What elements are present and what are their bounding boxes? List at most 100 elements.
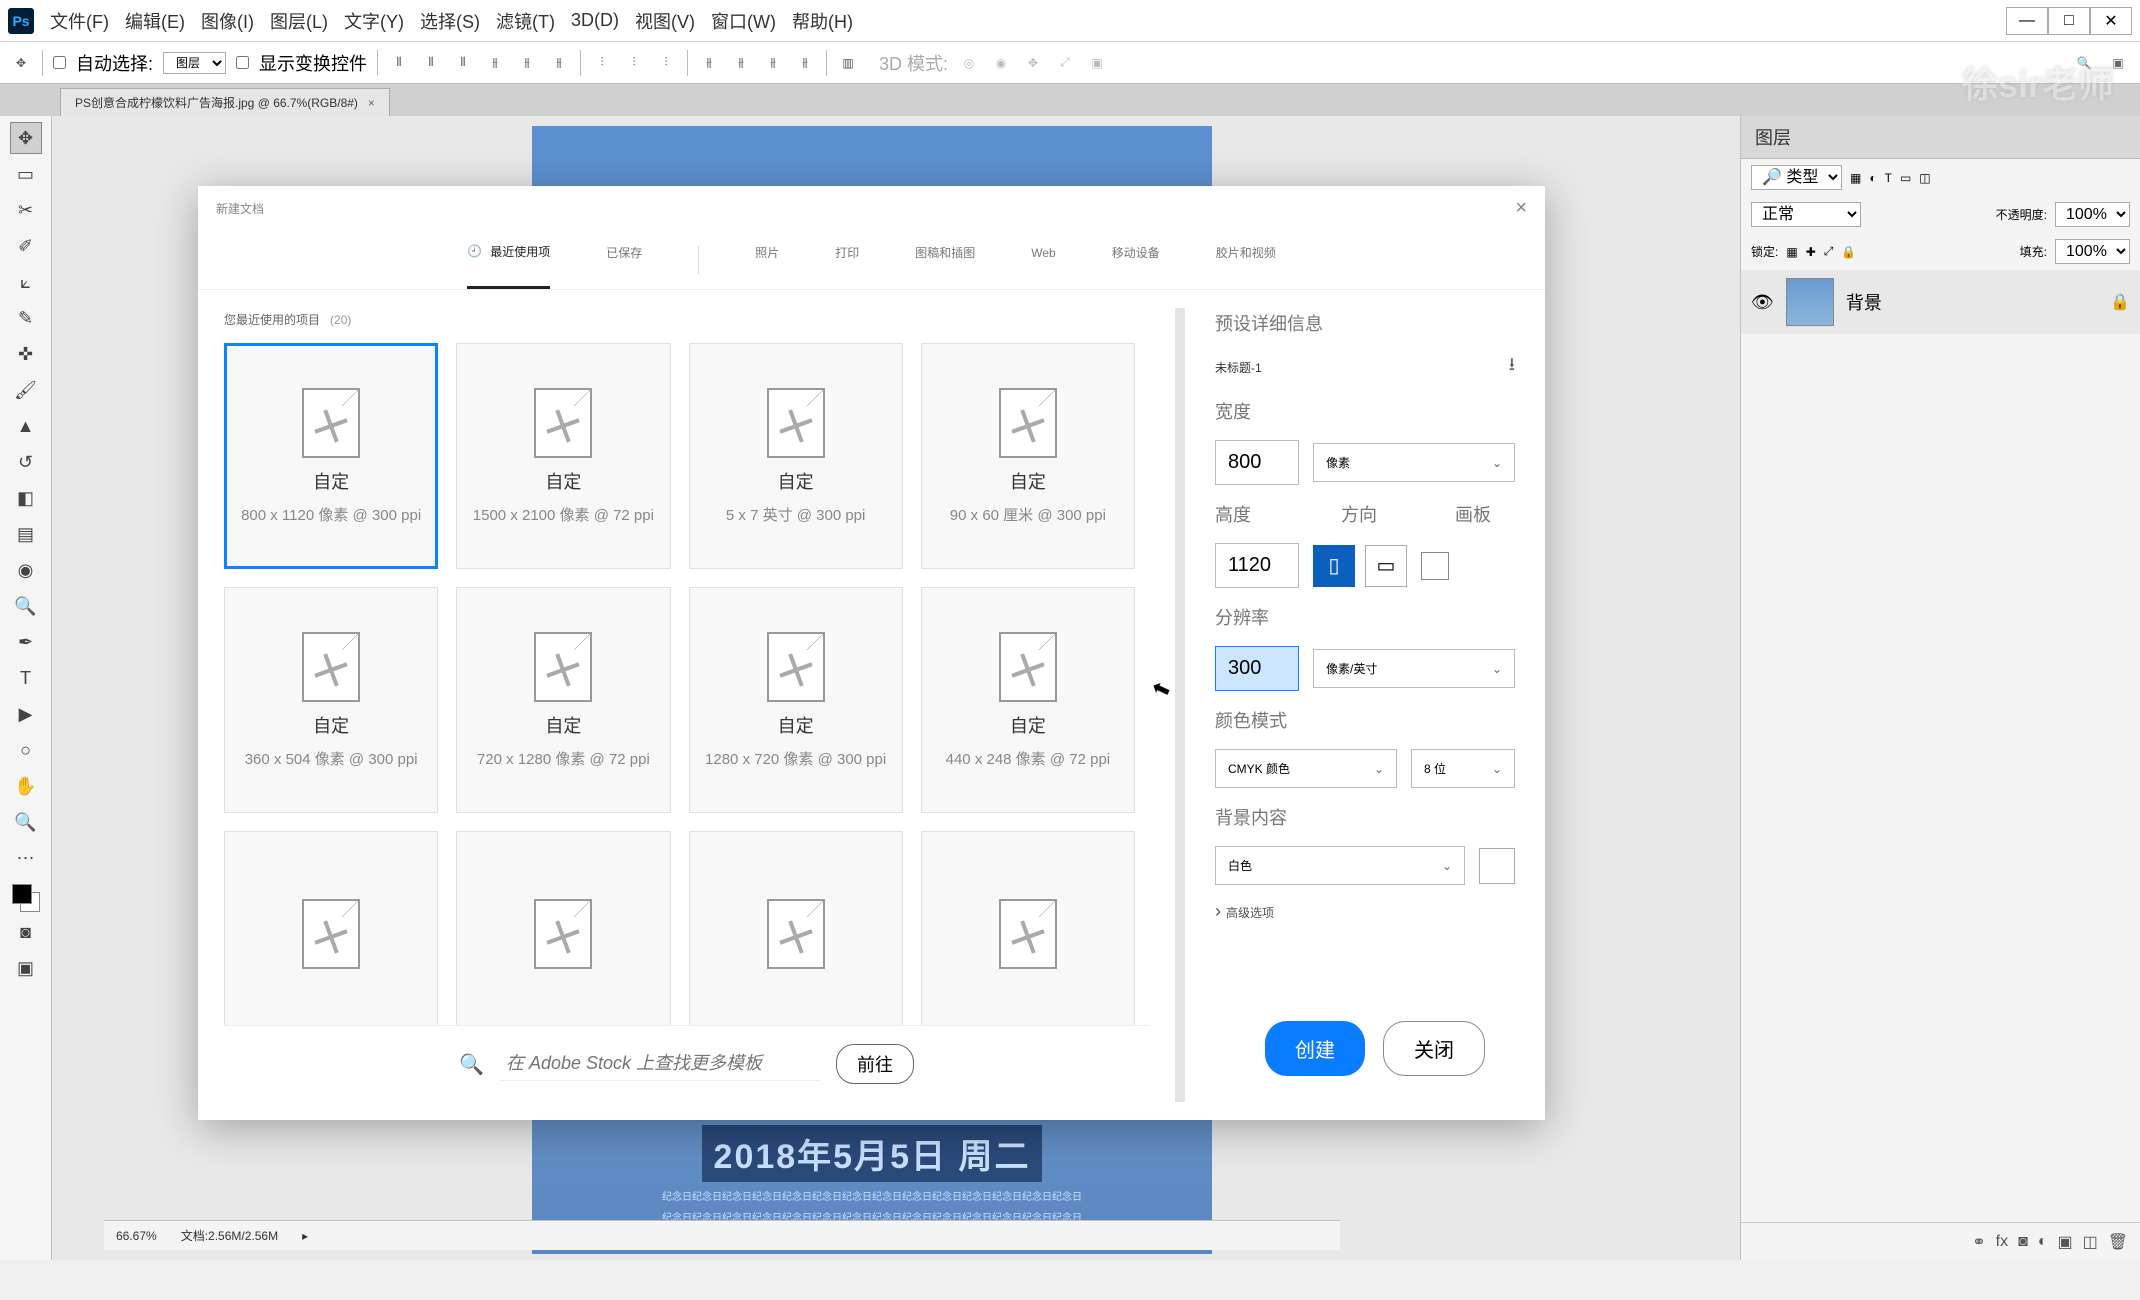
show-transform-checkbox[interactable] [236,56,249,69]
menu-3d[interactable]: 3D(D) [571,10,619,31]
delete-layer-icon[interactable]: 🗑 [2108,1232,2128,1252]
foreground-color-swatch[interactable] [12,884,32,904]
layer-filter-kind[interactable]: 🔎 类型 [1751,165,1842,190]
layers-tab[interactable]: 图层 [1741,116,2140,159]
filter-shape-icon[interactable]: ▭ [1900,171,1911,185]
group-icon[interactable]: ▣ [2057,1232,2072,1252]
preset-item[interactable] [456,831,670,1025]
align-right-icon[interactable]: ⫵ [548,52,570,74]
distribute-2-icon[interactable]: ⫶ [623,52,645,74]
lock-all-icon[interactable]: 🔒 [1841,245,1856,259]
3d-orbit-icon[interactable]: ◎ [958,52,980,74]
close-window-button[interactable]: ✕ [2090,7,2132,35]
document-tab[interactable]: PS创意合成柠檬饮料广告海报.jpg @ 66.7%(RGB/8#) × [60,88,390,116]
landscape-orientation[interactable]: ▭ [1365,545,1407,587]
lock-position-icon[interactable]: ✚ [1806,245,1816,259]
preset-item[interactable]: 自定 5 x 7 英寸 @ 300 ppi [689,343,903,569]
document-name[interactable]: 未标题-1 [1215,359,1262,376]
mask-icon[interactable]: ◙ [2018,1233,2028,1251]
status-arrow-icon[interactable]: ▸ [302,1229,308,1243]
zoom-tool[interactable]: 🔍 [10,806,42,838]
advanced-toggle[interactable]: › 高级选项 [1215,901,1515,922]
filter-type-icon[interactable]: T [1885,171,1892,185]
align-left-icon[interactable]: ⫵ [484,52,506,74]
visibility-icon[interactable]: 👁 [1751,292,1774,313]
tab-mobile[interactable]: 移动设备 [1112,230,1160,289]
marquee-tool[interactable]: ▭ [10,158,42,190]
screen-mode-tool[interactable]: ▣ [10,952,42,984]
color-swatches[interactable] [12,884,40,912]
bgcolor-swatch[interactable] [1479,848,1515,884]
minimize-button[interactable]: — [2006,7,2048,35]
filter-adjust-icon[interactable]: ◐ [1869,171,1876,185]
tab-art[interactable]: 图稿和插图 [915,230,975,289]
tab-saved[interactable]: 已保存 [606,230,642,289]
height-input[interactable] [1215,543,1299,588]
align-top-icon[interactable]: ⫴ [388,52,410,74]
crop-tool[interactable]: ⟀ [10,266,42,298]
resolution-input[interactable] [1215,646,1299,691]
tab-print[interactable]: 打印 [835,230,859,289]
align-hcenter-icon[interactable]: ⫵ [516,52,538,74]
portrait-orientation[interactable]: ▯ [1313,545,1355,587]
quick-select-tool[interactable]: ✐ [10,230,42,262]
menu-view[interactable]: 视图(V) [635,8,695,34]
preset-item[interactable]: 自定 1280 x 720 像素 @ 300 ppi [689,587,903,813]
type-tool[interactable]: T [10,662,42,694]
quick-mask-tool[interactable]: ◙ [10,916,42,948]
create-button[interactable]: 创建 [1265,1021,1365,1076]
bgcontent-select[interactable]: 白色⌄ [1215,846,1465,885]
distribute-h3-icon[interactable]: ⫵ [762,52,784,74]
history-brush-tool[interactable]: ↺ [10,446,42,478]
eyedropper-tool[interactable]: ✎ [10,302,42,334]
maximize-button[interactable]: □ [2048,7,2090,35]
distribute-1-icon[interactable]: ⫶ [591,52,613,74]
preset-item[interactable]: 自定 800 x 1120 像素 @ 300 ppi [224,343,438,569]
dialog-close-icon[interactable]: × [1515,197,1527,220]
layer-thumbnail[interactable] [1786,278,1834,326]
scrollbar[interactable] [1175,308,1185,1102]
3d-camera-icon[interactable]: ▣ [1086,52,1108,74]
menu-image[interactable]: 图像(I) [201,8,254,34]
opacity-value[interactable]: 100% [2055,202,2130,227]
3d-roll-icon[interactable]: ◉ [990,52,1012,74]
distribute-h2-icon[interactable]: ⫵ [730,52,752,74]
eraser-tool[interactable]: ◧ [10,482,42,514]
menu-filter[interactable]: 滤镜(T) [496,8,555,34]
link-layers-icon[interactable]: ⚭ [1972,1232,1985,1252]
tab-photo[interactable]: 照片 [755,230,779,289]
path-select-tool[interactable]: ▶ [10,698,42,730]
align-bottom-icon[interactable]: ⫴ [452,52,474,74]
close-tab-icon[interactable]: × [368,96,375,110]
menu-help[interactable]: 帮助(H) [792,8,853,34]
new-layer-icon[interactable]: ◫ [2083,1232,2098,1252]
distribute-3-icon[interactable]: ⫶ [655,52,677,74]
layer-row-background[interactable]: 👁 背景 🔒 [1741,270,2140,334]
menu-file[interactable]: 文件(F) [50,8,109,34]
fx-icon[interactable]: fx [1996,1233,2008,1251]
preset-item[interactable]: 自定 440 x 248 像素 @ 72 ppi [921,587,1135,813]
auto-select-dropdown[interactable]: 图层 [163,52,226,74]
distribute-h1-icon[interactable]: ⫵ [698,52,720,74]
width-unit-select[interactable]: 像素⌄ [1313,443,1515,482]
pen-tool[interactable]: ✒ [10,626,42,658]
move-tool[interactable]: ✥ [10,122,42,154]
distribute-h4-icon[interactable]: ⫵ [794,52,816,74]
dodge-tool[interactable]: 🔍 [10,590,42,622]
menu-edit[interactable]: 编辑(E) [125,8,185,34]
lasso-tool[interactable]: ✂ [10,194,42,226]
tab-recent[interactable]: 🕘最近使用项 [467,230,550,289]
stamp-tool[interactable]: ▲ [10,410,42,442]
preset-item[interactable] [689,831,903,1025]
fill-value[interactable]: 100% [2055,239,2130,264]
brush-tool[interactable]: 🖌 [10,374,42,406]
menu-window[interactable]: 窗口(W) [711,8,776,34]
hand-tool[interactable]: ✋ [10,770,42,802]
healing-tool[interactable]: ✜ [10,338,42,370]
align-vcenter-icon[interactable]: ⫴ [420,52,442,74]
width-input[interactable] [1215,440,1299,485]
preset-item[interactable] [224,831,438,1025]
3d-slide-icon[interactable]: ⤢ [1054,52,1076,74]
goto-button[interactable]: 前往 [836,1044,914,1084]
blend-mode-select[interactable]: 正常 [1751,202,1861,227]
